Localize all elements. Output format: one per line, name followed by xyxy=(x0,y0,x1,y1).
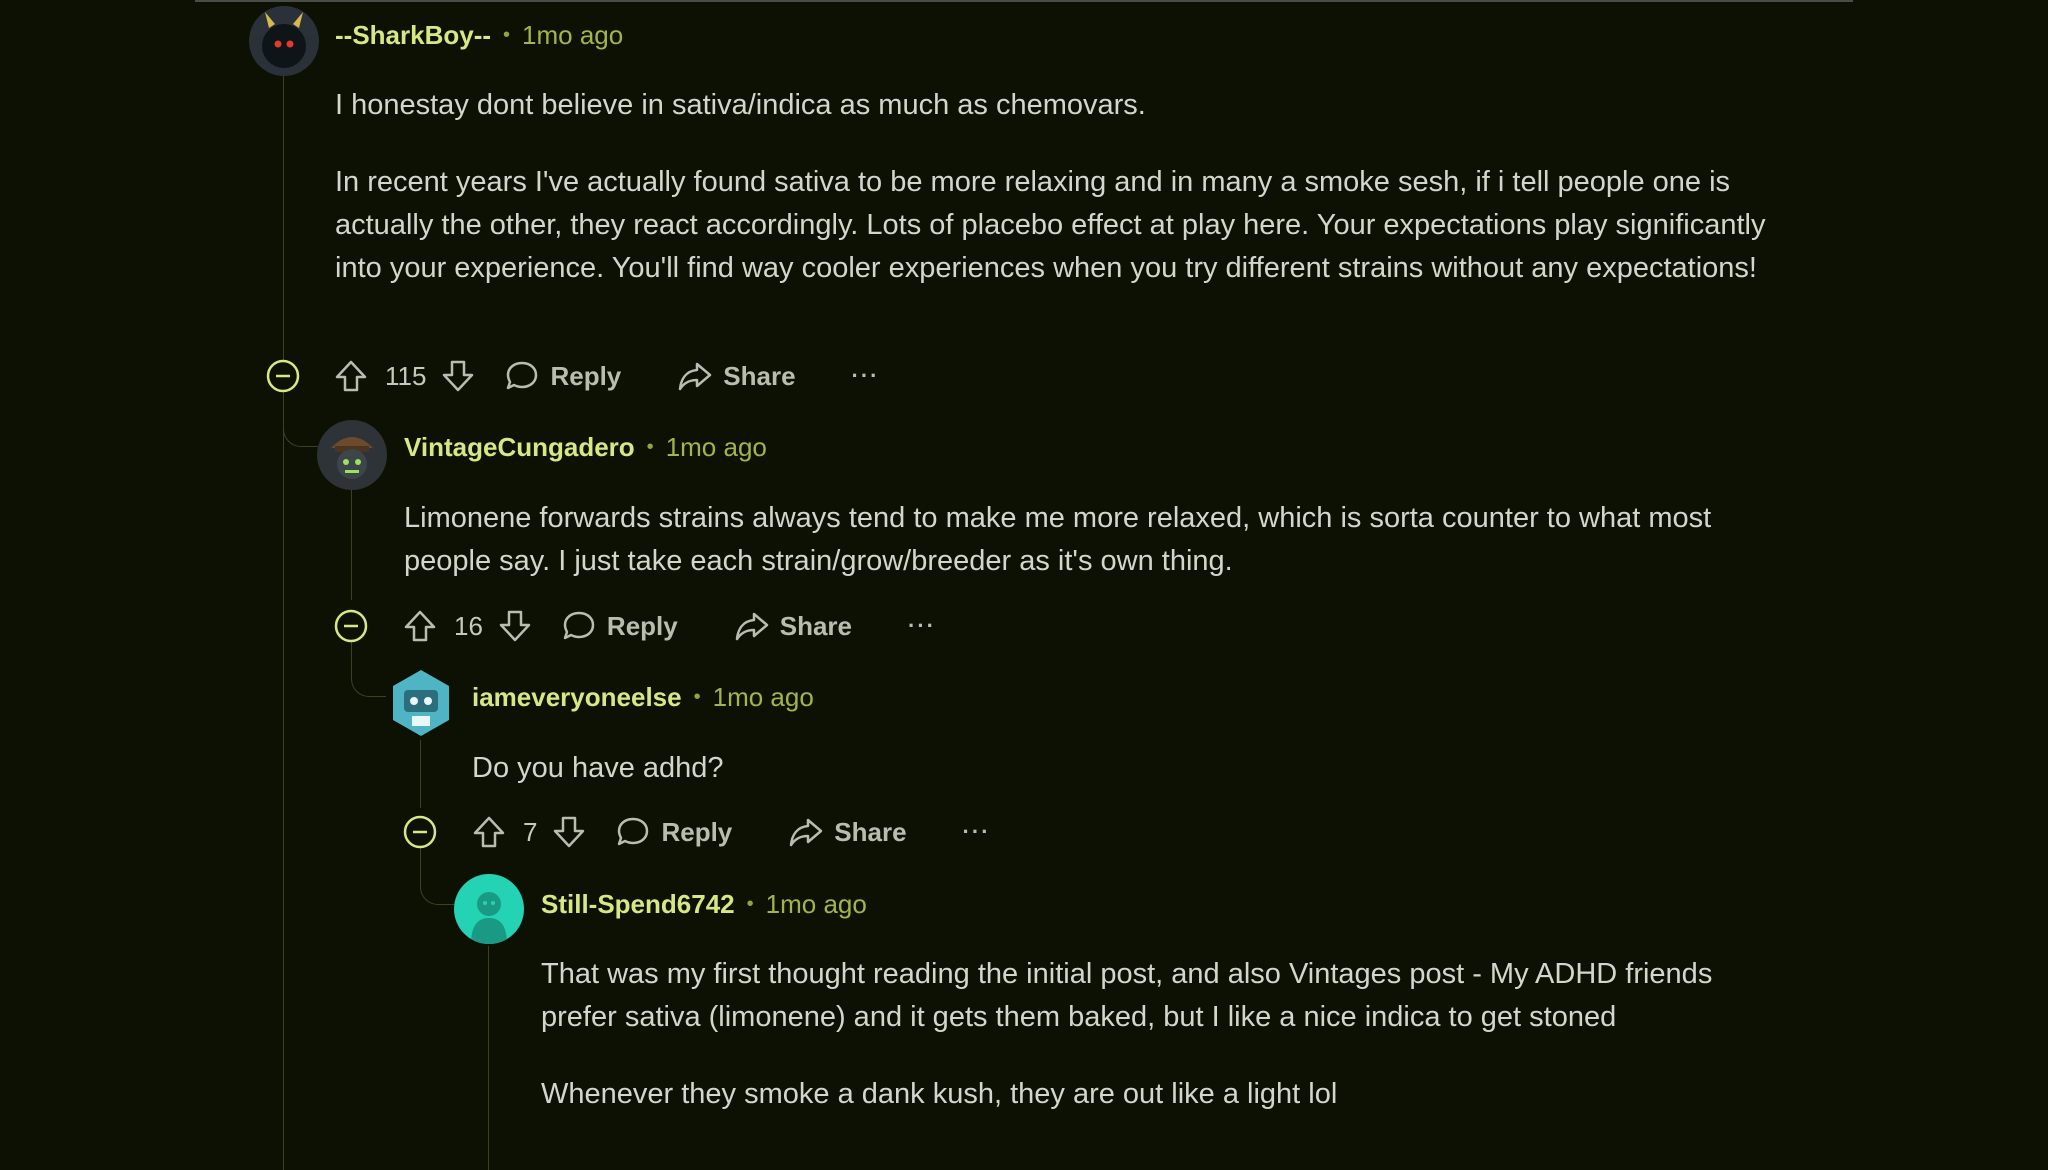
share-label: Share xyxy=(834,816,907,847)
comment-paragraph: Whenever they smoke a dank kush, they ar… xyxy=(541,1078,1338,1110)
downvote-icon[interactable] xyxy=(551,814,587,850)
share-icon xyxy=(790,818,823,847)
comment-body: I honestay dont believe in sativa/indica… xyxy=(335,84,1815,290)
username[interactable]: --SharkBoy-- xyxy=(335,20,491,51)
separator-dot: • xyxy=(746,892,754,915)
reply-button[interactable]: Reply xyxy=(615,814,732,850)
comment-paragraph: That was my first thought reading the in… xyxy=(541,958,1713,1033)
upvote-icon[interactable] xyxy=(333,358,369,394)
more-options-button[interactable]: ··· xyxy=(908,613,936,639)
timestamp[interactable]: 1mo ago xyxy=(713,682,814,713)
downvote-icon[interactable] xyxy=(497,608,533,644)
comment-actions: 16 Reply Share ··· xyxy=(402,604,936,648)
share-icon xyxy=(735,612,768,641)
comment-actions: 115 Reply Share ··· xyxy=(333,354,880,398)
comment-paragraph: In recent years I've actually found sati… xyxy=(335,166,1766,284)
upvote-icon[interactable] xyxy=(471,814,507,850)
avatar[interactable] xyxy=(249,6,319,76)
username[interactable]: iameveryoneelse xyxy=(472,682,682,713)
reply-button[interactable]: Reply xyxy=(504,358,621,394)
collapse-icon[interactable] xyxy=(403,815,437,849)
thread-line-level-4 xyxy=(488,946,489,1170)
comment-body: Limonene forwards strains always tend to… xyxy=(404,497,1784,583)
thread-line-level-2 xyxy=(351,490,352,600)
share-label: Share xyxy=(779,610,852,641)
share-button[interactable]: Share xyxy=(788,814,907,850)
reply-label: Reply xyxy=(661,816,733,847)
comment-body: That was my first thought reading the in… xyxy=(541,953,1741,1116)
comment-body: Do you have adhd? xyxy=(472,747,1772,790)
comment-header: --SharkBoy-- • 1mo ago xyxy=(335,0,623,70)
separator-dot: • xyxy=(646,435,654,458)
timestamp[interactable]: 1mo ago xyxy=(522,20,623,51)
thread-curve-level-3 xyxy=(420,848,457,905)
reply-icon xyxy=(618,817,649,846)
thread-line-level-3 xyxy=(420,740,421,808)
separator-dot: • xyxy=(503,23,511,46)
share-button[interactable]: Share xyxy=(677,358,796,394)
avatar[interactable] xyxy=(317,420,387,490)
comment-header: Still-Spend6742 • 1mo ago xyxy=(541,869,867,939)
share-button[interactable]: Share xyxy=(734,608,852,644)
collapse-icon[interactable] xyxy=(266,359,300,393)
more-options-button[interactable]: ··· xyxy=(963,819,991,845)
timestamp[interactable]: 1mo ago xyxy=(666,432,767,463)
reply-label: Reply xyxy=(550,360,622,391)
comment-header: VintageCungadero • 1mo ago xyxy=(404,412,767,482)
thread-curve-level-2 xyxy=(351,640,390,697)
comment-paragraph: Limonene forwards strains always tend to… xyxy=(404,502,1712,577)
comment-actions: 7 Reply Share ··· xyxy=(471,810,991,854)
avatar[interactable] xyxy=(454,874,524,944)
downvote-icon[interactable] xyxy=(440,358,476,394)
timestamp[interactable]: 1mo ago xyxy=(766,889,867,920)
upvote-icon[interactable] xyxy=(402,608,438,644)
avatar[interactable] xyxy=(386,668,456,738)
comment-paragraph: I honestay dont believe in sativa/indica… xyxy=(335,89,1146,121)
username[interactable]: Still-Spend6742 xyxy=(541,889,735,920)
share-label: Share xyxy=(723,360,796,391)
reply-label: Reply xyxy=(606,610,678,641)
reply-button[interactable]: Reply xyxy=(561,608,678,644)
thread-curve-level-1 xyxy=(283,392,318,447)
more-options-button[interactable]: ··· xyxy=(852,363,880,389)
reply-icon xyxy=(563,611,595,640)
vote-score: 7 xyxy=(523,816,538,847)
username[interactable]: VintageCungadero xyxy=(404,432,635,463)
vote-score: 16 xyxy=(454,610,483,641)
separator-dot: • xyxy=(693,685,701,708)
thread-line-level-1 xyxy=(283,75,284,1170)
reply-icon xyxy=(507,361,538,390)
share-icon xyxy=(679,362,712,391)
vote-score: 115 xyxy=(385,360,427,391)
collapse-icon[interactable] xyxy=(334,609,368,643)
comment-paragraph: Do you have adhd? xyxy=(472,752,724,784)
comment-header: iameveryoneelse • 1mo ago xyxy=(472,662,814,732)
